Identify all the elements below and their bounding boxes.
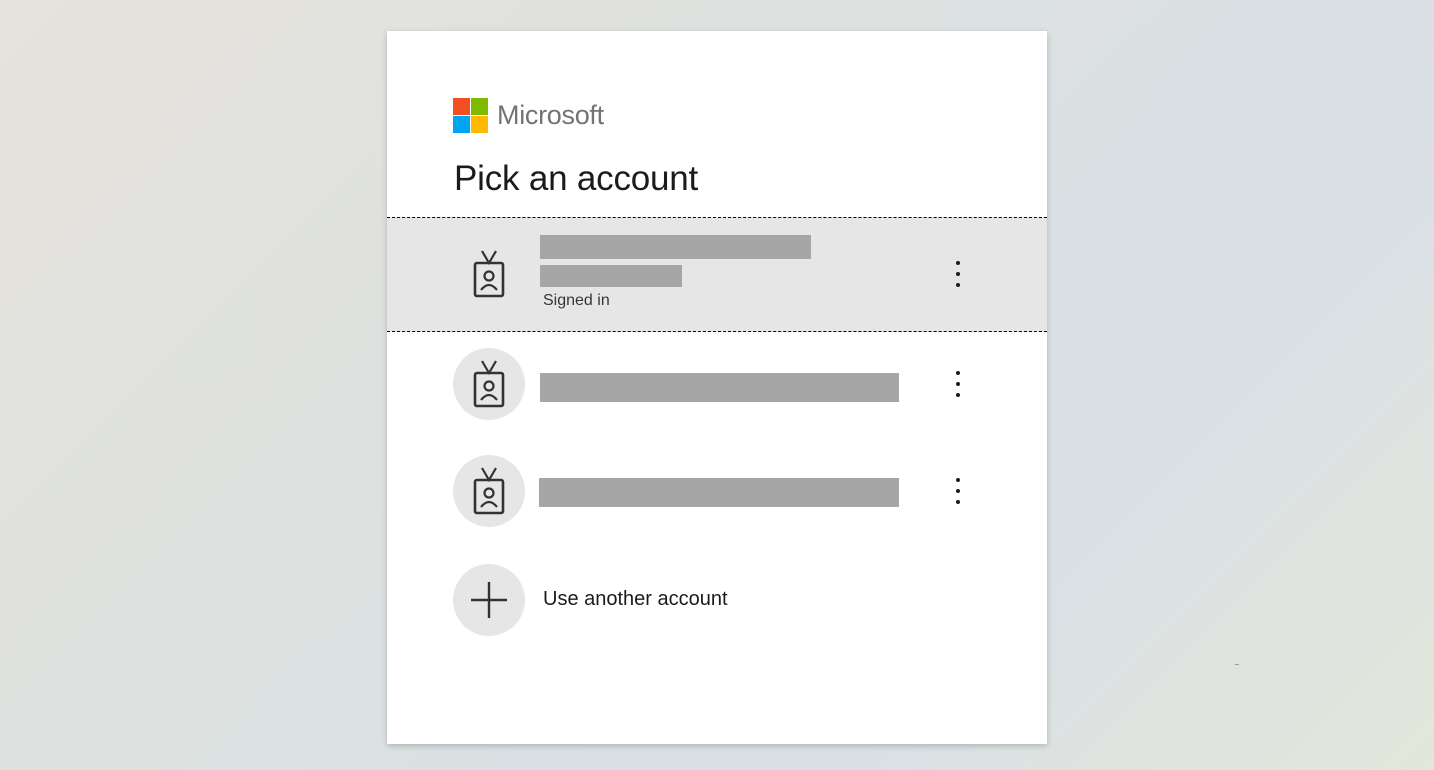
signed-in-status: Signed in — [543, 292, 610, 309]
more-vertical-icon — [956, 261, 960, 287]
account-item-2[interactable] — [387, 348, 1047, 422]
badge-icon — [473, 467, 505, 515]
plus-avatar — [453, 564, 525, 636]
more-vertical-icon — [956, 371, 960, 397]
account-name-redacted — [540, 235, 811, 259]
account-email-redacted — [540, 373, 899, 402]
account-picker-card: Microsoft Pick an account Signed in Use … — [387, 31, 1047, 744]
more-vertical-icon — [956, 478, 960, 504]
microsoft-logo-icon — [453, 98, 488, 133]
page-title: Pick an account — [454, 159, 699, 198]
account-item-3[interactable] — [387, 455, 1047, 529]
badge-icon — [473, 360, 505, 408]
account-options-button[interactable] — [943, 364, 973, 404]
account-options-button[interactable] — [943, 471, 973, 511]
account-options-button[interactable] — [943, 254, 973, 294]
account-avatar — [453, 348, 525, 420]
microsoft-wordmark: Microsoft — [497, 100, 604, 130]
account-email-redacted — [539, 478, 899, 507]
use-another-account-label: Use another account — [543, 588, 728, 610]
badge-icon — [473, 250, 505, 298]
plus-icon — [471, 582, 507, 618]
microsoft-logo: Microsoft — [453, 98, 604, 133]
background-speck — [1235, 664, 1239, 665]
use-another-account-button[interactable]: Use another account — [387, 564, 1047, 638]
account-item-1[interactable]: Signed in — [387, 217, 1047, 332]
account-email-redacted — [540, 265, 682, 287]
account-avatar — [453, 238, 525, 310]
account-avatar — [453, 455, 525, 527]
